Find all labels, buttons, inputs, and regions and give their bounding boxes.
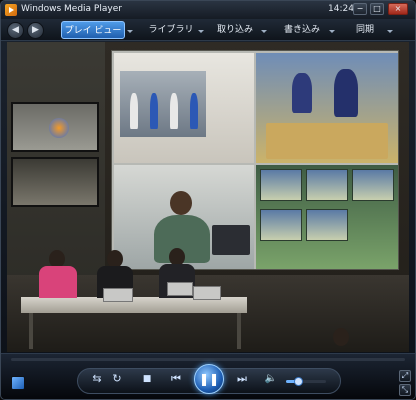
video-projection-screen: [111, 50, 399, 270]
video-figure: [292, 73, 312, 113]
tab-sync-dropdown-icon[interactable]: [387, 30, 393, 33]
video-table-leg: [237, 313, 241, 349]
video-table-leg: [29, 313, 33, 349]
video-thumb: [306, 209, 348, 241]
video-person-head: [333, 328, 349, 346]
playback-controls: ⇆ ↻ ■ ⏮ ❚❚ ⏭ 🔈 ⤢ ⤡: [1, 353, 415, 399]
title-bar[interactable]: Windows Media Player 14:24 − □ ×: [1, 1, 415, 19]
next-button[interactable]: ⏭: [231, 370, 253, 388]
video-desk: [266, 123, 388, 159]
video-logo-shape: [49, 118, 69, 138]
tab-rip-dropdown-icon[interactable]: [261, 30, 267, 33]
tab-library[interactable]: ライブラリ: [145, 21, 197, 39]
video-side-screen-top: [11, 102, 99, 152]
tab-burn-dropdown-icon[interactable]: [329, 30, 335, 33]
video-figure: [170, 93, 178, 129]
volume-slider[interactable]: [286, 377, 326, 386]
repeat-button[interactable]: ↻: [109, 370, 125, 388]
video-laptop: [167, 282, 193, 296]
video-thumb: [352, 169, 394, 201]
clock-text: 14:24: [328, 4, 354, 14]
nav-bar: ◀ ▶ プレイ ビュー ライブラリ 取り込み 書き込み 同期: [1, 19, 415, 41]
video-person: [39, 266, 77, 298]
maximize-button[interactable]: □: [370, 3, 384, 15]
video-thumb: [260, 209, 302, 241]
close-button[interactable]: ×: [388, 3, 408, 15]
volume-slider-knob[interactable]: [294, 377, 303, 386]
tab-sync[interactable]: 同期: [345, 21, 385, 39]
previous-button[interactable]: ⏮: [165, 370, 187, 388]
seek-bar[interactable]: [11, 358, 405, 361]
now-playing-status-icon[interactable]: [11, 376, 25, 390]
video-pane-bottom-right: [256, 165, 398, 269]
video-figure: [150, 93, 158, 129]
video-figure: [334, 69, 358, 117]
fullscreen-button[interactable]: ⤡: [399, 384, 411, 396]
video-figure: [130, 93, 138, 129]
tab-burn[interactable]: 書き込み: [277, 21, 327, 39]
tab-now-playing-dropdown-icon[interactable]: [127, 30, 133, 33]
minimize-button[interactable]: −: [353, 3, 367, 15]
video-side-screen-bottom: [11, 157, 99, 207]
back-button[interactable]: ◀: [7, 22, 24, 39]
switch-view-button[interactable]: ⤢: [399, 370, 411, 382]
video-monitor: [212, 225, 250, 255]
video-thumb: [260, 169, 302, 201]
pause-button[interactable]: ❚❚: [194, 364, 224, 394]
video-thumb: [306, 169, 348, 201]
tab-rip[interactable]: 取り込み: [211, 21, 259, 39]
stop-button[interactable]: ■: [139, 370, 155, 388]
mute-button[interactable]: 🔈: [263, 370, 279, 388]
forward-button[interactable]: ▶: [27, 22, 44, 39]
media-player-icon: [5, 4, 17, 16]
window-title: Windows Media Player: [21, 4, 122, 14]
media-player-window: Windows Media Player 14:24 − □ × ◀ ▶ プレイ…: [0, 0, 416, 400]
video-laptop: [193, 286, 221, 300]
shuffle-button[interactable]: ⇆: [89, 370, 105, 388]
video-figure: [190, 93, 198, 129]
video-laptop: [103, 288, 133, 302]
tab-now-playing[interactable]: プレイ ビュー: [61, 21, 125, 39]
video-figure-head: [170, 191, 192, 215]
tab-library-dropdown-icon[interactable]: [198, 30, 204, 33]
video-pane-top-right: [256, 53, 398, 163]
video-pane-inset: [120, 71, 206, 137]
video-display[interactable]: [7, 42, 409, 352]
